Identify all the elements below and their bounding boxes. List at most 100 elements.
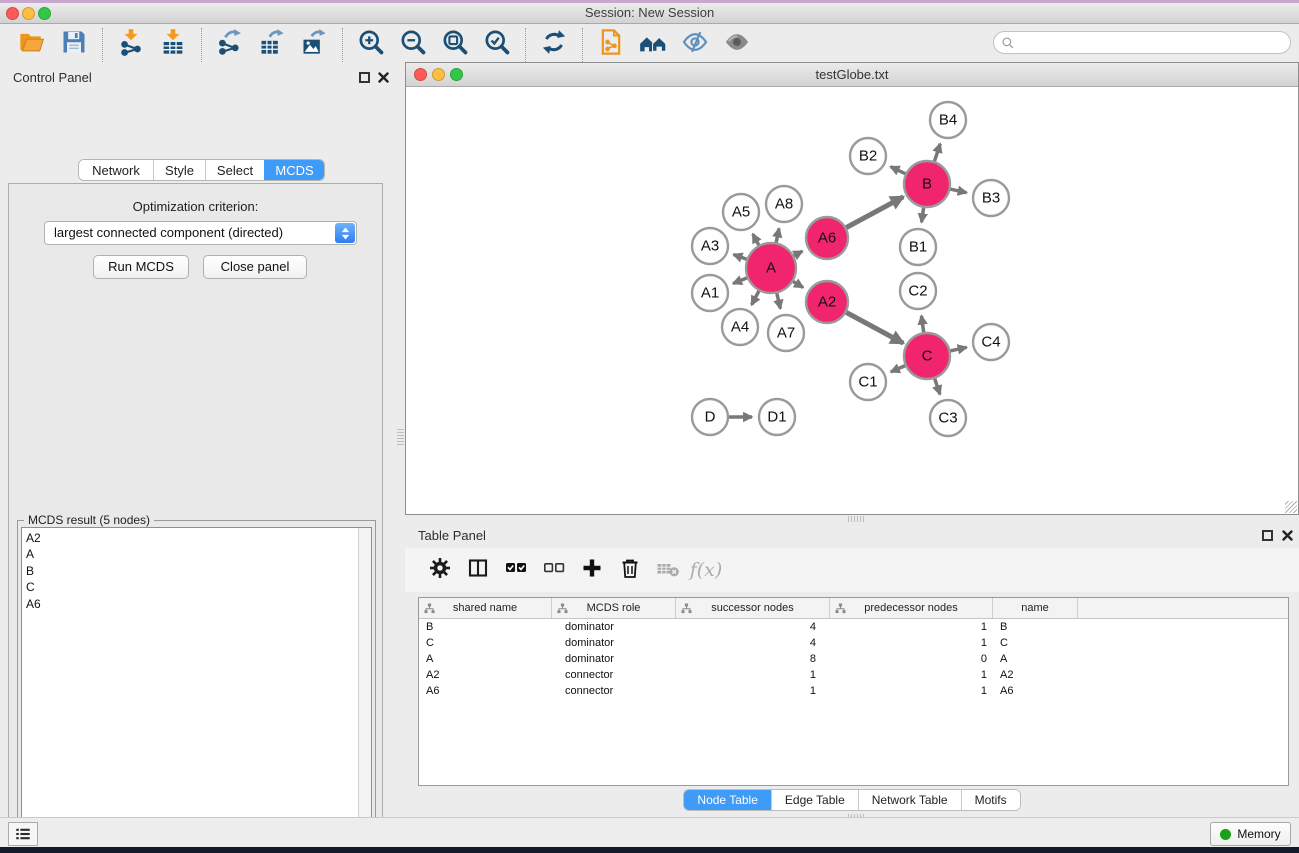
import-network-button[interactable]	[110, 28, 152, 62]
graph-edge-C-C4[interactable]	[948, 347, 966, 351]
graph-edge-C-C3[interactable]	[934, 377, 940, 394]
export-network-button[interactable]	[209, 28, 251, 62]
tab-motifs[interactable]: Motifs	[961, 790, 1020, 810]
close-panel-button[interactable]: Close panel	[203, 255, 307, 279]
zoom-selected-button[interactable]	[476, 28, 518, 62]
graph-node-label: B1	[909, 239, 927, 256]
mcds-result-item[interactable]: A	[26, 546, 357, 562]
zoom-traffic-light[interactable]	[38, 7, 51, 20]
zoom-traffic-light[interactable]	[450, 68, 463, 81]
graph-edge-A-A8[interactable]	[776, 228, 779, 244]
graph-edge-A-A7[interactable]	[776, 291, 780, 308]
graph-node-label: D1	[767, 409, 786, 426]
float-panel-icon[interactable]	[1262, 530, 1273, 541]
graph-edge-B-B3[interactable]	[948, 189, 966, 193]
graph-node-label: A6	[818, 230, 836, 247]
graph-edge-B-B4[interactable]	[934, 144, 940, 163]
status-bar: Memory	[0, 817, 1299, 847]
column-header-name[interactable]: name	[993, 598, 1078, 618]
graph-node-label: C2	[908, 283, 927, 300]
import-table-button[interactable]	[152, 28, 194, 62]
zoom-out-button[interactable]	[392, 28, 434, 62]
delete-row-button[interactable]	[611, 552, 649, 588]
add-row-button[interactable]	[573, 552, 611, 588]
import-network-icon	[117, 28, 145, 61]
minimize-traffic-light[interactable]	[22, 7, 35, 20]
table-row[interactable]: A6connector11A6	[419, 683, 1288, 699]
minimize-traffic-light[interactable]	[432, 68, 445, 81]
tab-select[interactable]: Select	[205, 160, 264, 180]
graph-edge-C-C2[interactable]	[921, 316, 924, 334]
control-panel: Control Panel NetworkStyleSelectMCDS Opt…	[0, 64, 398, 817]
window-resize-grip[interactable]	[1285, 501, 1297, 513]
memory-button[interactable]: Memory	[1210, 822, 1291, 846]
graph-node-label: B2	[859, 148, 877, 165]
tab-network-table[interactable]: Network Table	[858, 790, 961, 810]
network-canvas[interactable]: AA6A2BCA5A8A3A1A4A7B2B4B3B1C2C4C1C3DD1	[406, 87, 1298, 514]
graph-node-label: C	[922, 348, 933, 365]
open-session-button[interactable]	[11, 28, 53, 62]
close-traffic-light[interactable]	[414, 68, 427, 81]
graph-edge-B-B2[interactable]	[891, 167, 908, 175]
graph-node-label: B3	[982, 190, 1000, 207]
table-row[interactable]: Cdominator41C	[419, 635, 1288, 651]
task-history-button[interactable]	[8, 822, 38, 846]
fx-button: f(x)	[687, 552, 725, 588]
tab-style[interactable]: Style	[153, 160, 205, 180]
float-panel-icon[interactable]	[359, 72, 370, 83]
close-panel-icon[interactable]	[1281, 529, 1294, 542]
eye-button[interactable]	[716, 28, 758, 62]
select-all-button[interactable]	[497, 552, 535, 588]
column-header-shared-name[interactable]: shared name	[419, 598, 552, 618]
network-file-button[interactable]	[590, 28, 632, 62]
refresh-button[interactable]	[533, 28, 575, 62]
tab-mcds[interactable]: MCDS	[264, 160, 324, 180]
export-table-button[interactable]	[251, 28, 293, 62]
vertical-splitter-handle[interactable]	[397, 427, 404, 446]
graph-edge-C-C1[interactable]	[891, 365, 907, 372]
graph-edge-A6-B[interactable]	[845, 197, 904, 229]
column-header-MCDS-role[interactable]: MCDS role	[552, 598, 676, 618]
graph-edge-B-B1[interactable]	[922, 206, 924, 222]
table-header-row: shared nameMCDS rolesuccessor nodesprede…	[419, 598, 1288, 619]
mcds-result-item[interactable]: B	[26, 563, 357, 579]
mcds-result-group: MCDS result (5 nodes) A2ABCA6	[17, 520, 376, 853]
column-header-predecessor-nodes[interactable]: predecessor nodes	[830, 598, 993, 618]
search-box[interactable]	[993, 31, 1291, 54]
search-input[interactable]	[1015, 32, 1290, 53]
mcds-result-item[interactable]: A2	[26, 530, 357, 546]
export-image-button[interactable]	[293, 28, 335, 62]
graph-edge-A-A3[interactable]	[734, 254, 749, 259]
tab-network[interactable]: Network	[79, 160, 153, 180]
mcds-result-item[interactable]: A6	[26, 596, 357, 612]
deselect-all-button[interactable]	[535, 552, 573, 588]
column-header-successor-nodes[interactable]: successor nodes	[676, 598, 830, 618]
mcds-result-item[interactable]: C	[26, 579, 357, 595]
table-row[interactable]: Adominator80A	[419, 651, 1288, 667]
home-button[interactable]	[632, 28, 674, 62]
columns-button[interactable]	[459, 552, 497, 588]
gear-button[interactable]	[421, 552, 459, 588]
table-row[interactable]: A2connector11A2	[419, 667, 1288, 683]
graph-node-label: A3	[701, 238, 719, 255]
scrollbar[interactable]	[358, 528, 371, 853]
tab-edge-table[interactable]: Edge Table	[771, 790, 858, 810]
network-window-titlebar[interactable]: testGlobe.txt	[406, 63, 1298, 87]
desktop-wallpaper-bottom	[0, 847, 1299, 853]
close-traffic-light[interactable]	[6, 7, 19, 20]
table-row[interactable]: Bdominator41B	[419, 619, 1288, 635]
close-panel-icon[interactable]	[377, 71, 390, 84]
graph-edge-A-A4[interactable]	[752, 289, 760, 305]
hide-eye-button[interactable]	[674, 28, 716, 62]
app-title: Session: New Session	[0, 3, 1299, 23]
optimization-criterion-select[interactable]: largest connected component (directed)	[44, 221, 357, 245]
run-mcds-button[interactable]: Run MCDS	[93, 255, 189, 279]
save-session-button[interactable]	[53, 28, 95, 62]
graph-edge-A2-C[interactable]	[845, 312, 904, 344]
graph-edge-A-A1[interactable]	[733, 277, 749, 283]
cell-successor-nodes: 4	[676, 635, 830, 651]
delete-table-icon	[656, 556, 680, 585]
zoom-in-button[interactable]	[350, 28, 392, 62]
tab-node-table[interactable]: Node Table	[684, 790, 771, 810]
zoom-fit-button[interactable]	[434, 28, 476, 62]
